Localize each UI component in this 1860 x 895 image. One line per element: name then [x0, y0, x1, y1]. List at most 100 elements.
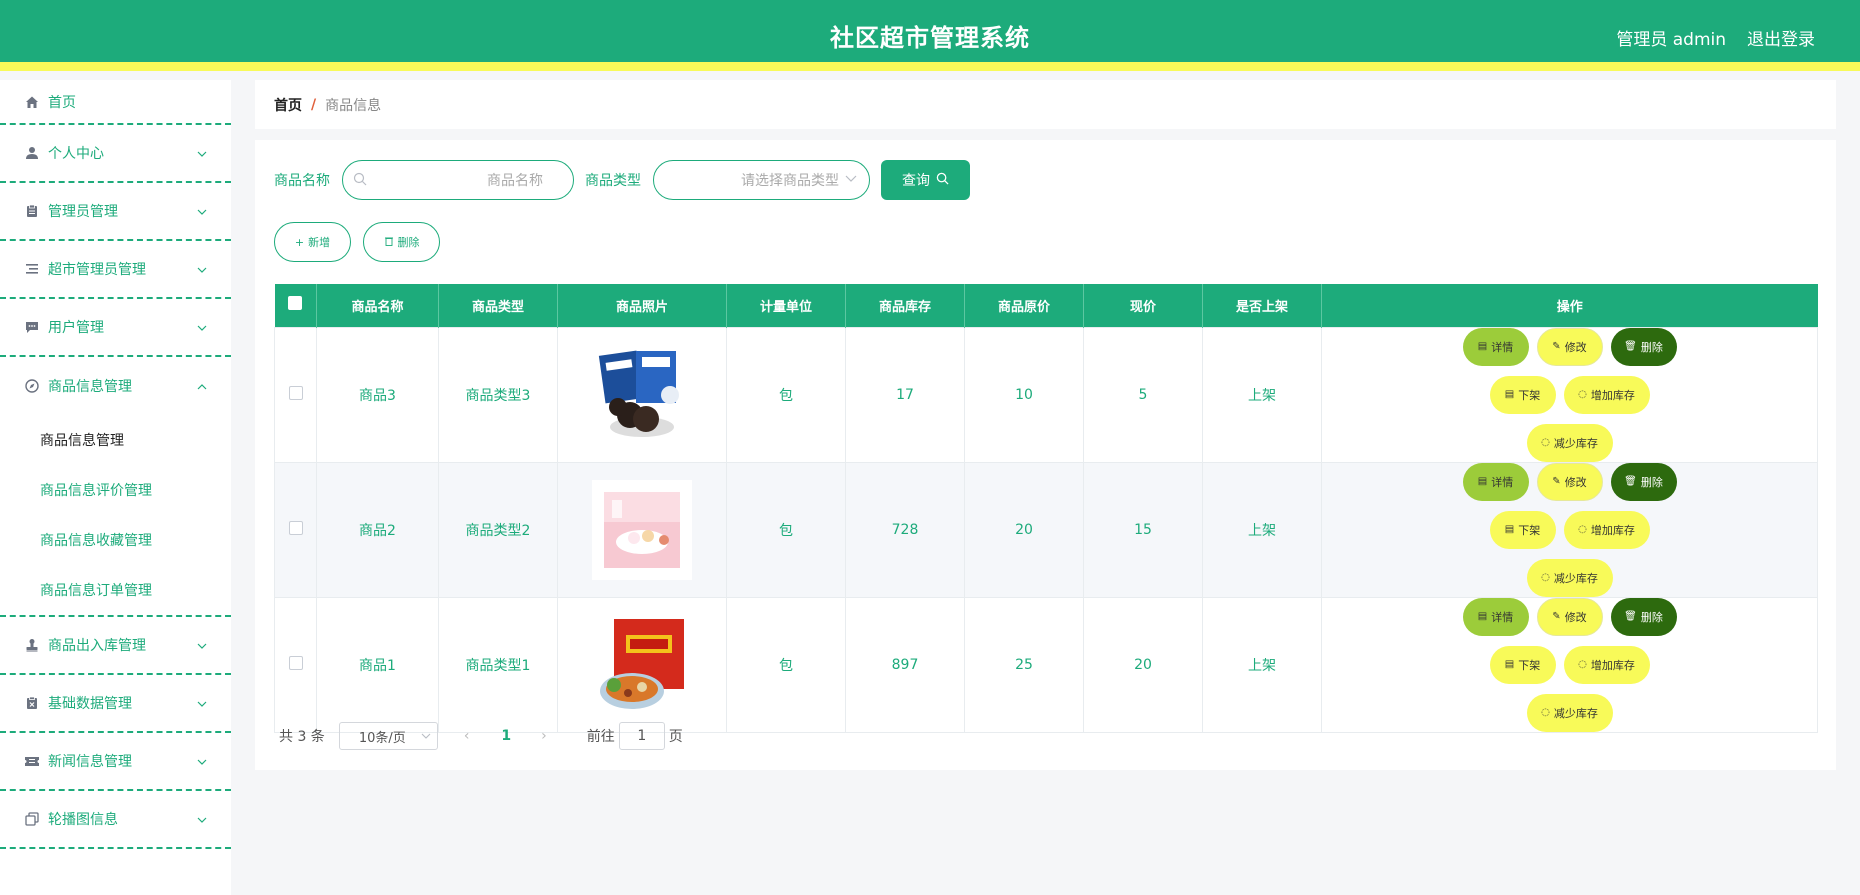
submenu-item-goods-favorite[interactable]: 商品信息收藏管理 — [0, 515, 231, 565]
product-photo-cookies — [592, 344, 692, 445]
cell-photo — [557, 461, 727, 598]
submenu-item-goods-review[interactable]: 商品信息评价管理 — [0, 465, 231, 515]
remove-button[interactable]: 🗑 删除 — [1610, 327, 1677, 366]
off-label: 下架 — [1518, 523, 1541, 537]
row-checkbox-cell — [274, 326, 317, 463]
sidebar-item-home[interactable]: 首页 — [0, 80, 231, 125]
trash-icon: 🗑 — [1624, 476, 1637, 487]
sidebar-item-label: 个人中心 — [48, 146, 104, 162]
sidebar-item-label: 管理员管理 — [48, 204, 118, 220]
prev-page-button[interactable]: ‹ — [464, 728, 470, 744]
detail-button[interactable]: ▤ 详情 — [1462, 462, 1529, 501]
increase-stock-button[interactable]: ◌ 增加库存 — [1563, 375, 1650, 414]
action-bar: + 新增 删除 — [274, 222, 452, 262]
header-unit: 计量单位 — [726, 284, 846, 327]
bulb-icon: ◌ — [1578, 389, 1587, 400]
cell-name: 商品1 — [316, 596, 439, 733]
detail-button[interactable]: ▤ 详情 — [1462, 597, 1529, 636]
row-checkbox[interactable] — [288, 655, 303, 670]
detail-button[interactable]: ▤ 详情 — [1462, 327, 1529, 366]
sidebar-item-label: 商品信息管理 — [48, 379, 132, 395]
logout-button[interactable]: 退出登录 — [1747, 25, 1815, 50]
chevron-down-icon — [197, 203, 207, 219]
cell-price: 15 — [1083, 461, 1203, 598]
add-label: 新增 — [308, 236, 331, 249]
sidebar-item-users[interactable]: 用户管理 — [0, 299, 231, 357]
sidebar-item-label: 首页 — [48, 94, 76, 111]
cell-name: 商品2 — [316, 461, 439, 598]
search-bar: 商品名称 商品名称 商品类型 请选择商品类型 查询 — [274, 160, 970, 200]
bulb-icon: ◌ — [1541, 707, 1550, 718]
sidebar-item-goods[interactable]: 商品信息管理 — [0, 357, 231, 415]
edit-button[interactable]: ✎ 修改 — [1536, 597, 1603, 636]
submenu-item-goods-order[interactable]: 商品信息订单管理 — [0, 565, 231, 615]
document-icon: ▤ — [1477, 476, 1488, 487]
chevron-down-icon — [197, 811, 207, 827]
document-icon: ▤ — [1477, 341, 1488, 352]
decrease-stock-button[interactable]: ◌ 减少库存 — [1526, 558, 1613, 597]
goto-label: 前往 — [586, 729, 615, 745]
page-jump-input[interactable]: 1 — [618, 722, 665, 750]
name-placeholder: 商品名称 — [487, 173, 543, 189]
breadcrumb-home[interactable]: 首页 — [274, 95, 302, 115]
cell-orig-price: 25 — [964, 596, 1084, 733]
cell-ops: ▤ 详情 ✎ 修改 🗑 删除 ▤ 下架 ◌ 增加库存 ◌ 减少库存 — [1321, 326, 1818, 463]
off-shelf-button[interactable]: ▤ 下架 — [1489, 510, 1556, 549]
edit-button[interactable]: ✎ 修改 — [1536, 462, 1603, 501]
sidebar-item-label: 基础数据管理 — [48, 696, 132, 712]
sidebar-item-personal[interactable]: 个人中心 — [0, 125, 231, 183]
sidebar-item-stock-io[interactable]: 商品出入库管理 — [0, 617, 231, 675]
cell-status: 上架 — [1202, 326, 1322, 463]
row-checkbox[interactable] — [288, 385, 303, 400]
add-button[interactable]: + 新增 — [274, 222, 351, 262]
page-number[interactable]: 1 — [501, 728, 511, 744]
breadcrumb-separator: / — [311, 96, 317, 113]
sidebar-item-carousel[interactable]: 轮播图信息 — [0, 791, 231, 849]
dec-label: 减少库存 — [1553, 706, 1598, 720]
sidebar-item-market-admin[interactable]: 超市管理员管理 — [0, 241, 231, 299]
user-info: 管理员 admin — [1616, 30, 1726, 50]
select-all-checkbox[interactable] — [288, 296, 303, 311]
increase-stock-button[interactable]: ◌ 增加库存 — [1563, 645, 1650, 684]
row-checkbox[interactable] — [288, 520, 303, 535]
pencil-icon: ✎ — [1552, 341, 1561, 352]
pagination: 共 3 条 10条/页 ‹ 1 › 前往 1 页 — [279, 722, 683, 750]
off-label: 下架 — [1518, 658, 1541, 672]
delete-button[interactable]: 删除 — [363, 222, 440, 262]
list-icon — [24, 261, 40, 277]
page-size-select[interactable]: 10条/页 — [338, 722, 438, 750]
goods-submenu: 商品信息管理 商品信息评价管理 商品信息收藏管理 商品信息订单管理 — [0, 415, 231, 617]
sidebar-item-label: 用户管理 — [48, 320, 104, 336]
delete-label: 删除 — [397, 236, 420, 249]
edit-button[interactable]: ✎ 修改 — [1536, 327, 1603, 366]
header-ops: 操作 — [1321, 284, 1818, 327]
edit-label: 修改 — [1564, 475, 1587, 489]
decrease-stock-button[interactable]: ◌ 减少库存 — [1526, 693, 1613, 732]
bulb-icon: ◌ — [1578, 524, 1587, 535]
remove-button[interactable]: 🗑 删除 — [1610, 597, 1677, 636]
sidebar-item-admin[interactable]: 管理员管理 — [0, 183, 231, 241]
query-button[interactable]: 查询 — [881, 160, 970, 200]
next-page-button[interactable]: › — [541, 728, 547, 744]
remove-button[interactable]: 🗑 删除 — [1610, 462, 1677, 501]
sidebar-item-news[interactable]: 新闻信息管理 — [0, 733, 231, 791]
decrease-stock-button[interactable]: ◌ 减少库存 — [1526, 423, 1613, 462]
name-search-input[interactable]: 商品名称 — [342, 160, 574, 200]
off-shelf-button[interactable]: ▤ 下架 — [1489, 375, 1556, 414]
stamp-icon — [24, 637, 40, 653]
chevron-down-icon — [197, 261, 207, 277]
sidebar-item-label: 轮播图信息 — [48, 812, 118, 828]
chevron-down-icon — [197, 695, 207, 711]
type-select[interactable]: 请选择商品类型 — [653, 160, 870, 200]
compass-icon — [24, 378, 40, 394]
off-label: 下架 — [1518, 388, 1541, 402]
edit-label: 修改 — [1564, 340, 1587, 354]
cell-ops: ▤ 详情 ✎ 修改 🗑 删除 ▤ 下架 ◌ 增加库存 ◌ 减少库存 — [1321, 461, 1818, 598]
app-title: 社区超市管理系统 — [830, 24, 1030, 52]
sidebar-item-base-data[interactable]: 基础数据管理 — [0, 675, 231, 733]
submenu-item-goods[interactable]: 商品信息管理 — [0, 415, 231, 465]
off-shelf-button[interactable]: ▤ 下架 — [1489, 645, 1556, 684]
header-status: 是否上架 — [1202, 284, 1322, 327]
increase-stock-button[interactable]: ◌ 增加库存 — [1563, 510, 1650, 549]
header-photo: 商品照片 — [557, 284, 727, 327]
